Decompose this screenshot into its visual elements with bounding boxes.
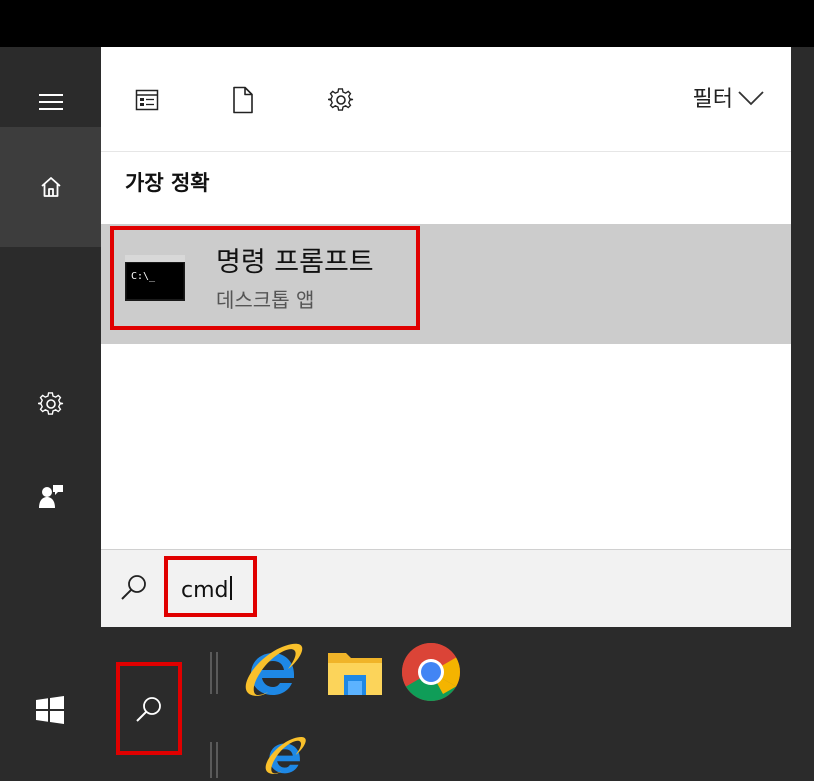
filter-bar: 필터 bbox=[101, 47, 791, 151]
highlight-box-result bbox=[110, 226, 420, 330]
section-title: 가장 정확 bbox=[125, 171, 210, 195]
user-feedback-icon bbox=[38, 485, 63, 508]
hamburger-icon bbox=[38, 94, 63, 110]
settings-icon bbox=[328, 88, 354, 111]
feedback-button[interactable] bbox=[0, 459, 101, 533]
search-icon bbox=[121, 575, 146, 600]
taskbar-separator bbox=[210, 742, 212, 778]
taskbar-separator bbox=[216, 742, 218, 778]
taskbar-ie-button-2[interactable] bbox=[260, 735, 310, 779]
taskbar-ie-button[interactable] bbox=[240, 640, 306, 704]
settings-filter-button[interactable] bbox=[326, 85, 356, 115]
taskbar-chrome-button[interactable] bbox=[398, 640, 464, 704]
taskbar-file-explorer-button[interactable] bbox=[322, 640, 388, 704]
taskbar-separator bbox=[216, 652, 218, 694]
internet-explorer-icon bbox=[265, 736, 306, 774]
app-list-icon bbox=[135, 89, 159, 111]
windows-start-icon bbox=[36, 696, 64, 724]
filter-divider bbox=[101, 151, 791, 152]
panel-right-edge bbox=[791, 47, 814, 627]
top-black-bar bbox=[0, 0, 814, 47]
home-icon bbox=[40, 177, 61, 197]
internet-explorer-icon bbox=[245, 643, 303, 696]
highlight-box-input bbox=[164, 556, 257, 617]
chevron-down-icon[interactable] bbox=[737, 89, 765, 107]
taskbar-separator bbox=[210, 652, 212, 694]
start-button[interactable] bbox=[20, 680, 80, 740]
chrome-icon bbox=[402, 643, 460, 701]
highlight-box-taskbar-search bbox=[116, 662, 182, 755]
apps-filter-button[interactable] bbox=[132, 85, 162, 115]
documents-filter-button[interactable] bbox=[228, 85, 258, 115]
document-icon bbox=[233, 86, 253, 114]
settings-button[interactable] bbox=[0, 367, 101, 441]
settings-icon bbox=[37, 392, 63, 415]
home-button[interactable] bbox=[0, 127, 101, 247]
filter-label[interactable]: 필터 bbox=[693, 85, 733, 115]
start-rail bbox=[0, 47, 101, 627]
file-explorer-icon bbox=[328, 653, 382, 695]
search-panel: 필터 가장 정확 C:\_ 명령 프롬프트 데스크톱 앱 bbox=[101, 47, 791, 627]
